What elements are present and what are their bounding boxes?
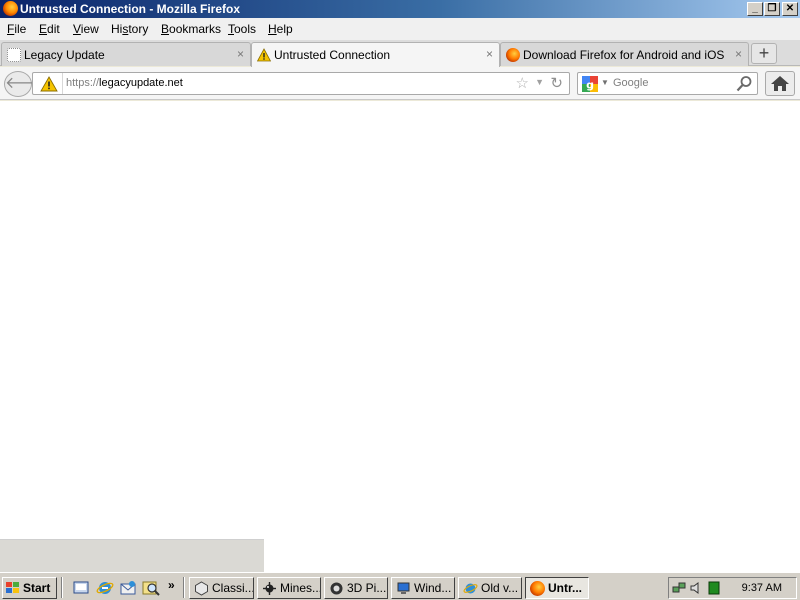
menu-view-label: iew <box>80 22 99 36</box>
taskbar-button-label: 3D Pi... <box>347 581 387 595</box>
windows-logo-icon <box>6 582 20 594</box>
menu-history-label: tory <box>128 22 149 36</box>
computer-icon <box>396 581 411 596</box>
window-titlebar[interactable]: Untrusted Connection - Mozilla Firefox _… <box>0 0 800 18</box>
show-desktop-icon[interactable] <box>72 579 90 597</box>
system-tray: 9:37 AM <box>668 577 797 599</box>
menu-history[interactable]: History <box>111 22 148 36</box>
taskbar-button-windows[interactable]: Wind... <box>391 577 455 599</box>
page-content-bottom <box>264 539 800 572</box>
taskbar-button-minesweeper[interactable]: Mines... <box>257 577 321 599</box>
hexagon-icon <box>194 581 209 596</box>
taskbar-button-label: Old v... <box>481 581 519 595</box>
menu-file[interactable]: File <box>7 22 26 36</box>
tab-download-firefox[interactable]: Download Firefox for Android and iOS × <box>500 42 749 66</box>
close-button[interactable]: ✕ <box>782 2 798 16</box>
tab-close-icon[interactable]: × <box>237 47 244 61</box>
tab-strip: Legacy Update × Untrusted Connection × D… <box>0 40 800 67</box>
menu-bar: File Edit View History Bookmarks Tools H… <box>0 18 800 40</box>
search-bar[interactable]: g ▼ Google <box>577 72 758 95</box>
pinball-icon <box>329 581 344 596</box>
internet-explorer-icon[interactable] <box>96 579 114 597</box>
minimize-button[interactable]: _ <box>747 2 763 16</box>
google-icon[interactable]: g <box>582 76 598 92</box>
menu-history-prefix: Hi <box>111 22 123 36</box>
outlook-express-icon[interactable] <box>119 579 137 597</box>
tab-close-icon[interactable]: × <box>486 47 493 61</box>
url-text[interactable]: https://legacyupdate.net <box>66 77 183 89</box>
url-dropdown-icon[interactable]: ▼ <box>535 77 544 87</box>
url-scheme: https:// <box>66 77 100 89</box>
search-engine-dropdown-icon[interactable]: ▼ <box>601 78 609 87</box>
menu-bookmarks[interactable]: Bookmarks <box>161 22 221 36</box>
menu-bookmarks-accel: B <box>161 22 170 36</box>
taskbar-button-firefox[interactable]: Untr... <box>525 577 589 599</box>
warning-icon <box>257 48 271 62</box>
home-button[interactable] <box>765 71 795 96</box>
menu-edit[interactable]: Edit <box>39 22 60 36</box>
restore-button[interactable]: ❐ <box>764 2 780 16</box>
menu-tools-label: ools <box>234 22 257 36</box>
menu-file-label: ile <box>14 22 27 36</box>
activity-icon[interactable] <box>707 581 721 595</box>
reload-icon[interactable]: ↻ <box>550 74 563 92</box>
url-separator <box>62 73 63 94</box>
svg-text:g: g <box>586 79 594 92</box>
menu-help-accel: H <box>268 22 277 36</box>
ie-icon <box>463 581 478 596</box>
clock[interactable]: 9:37 AM <box>742 582 782 594</box>
url-bar[interactable]: https://legacyupdate.net ☆ ▼ ↻ <box>32 72 570 95</box>
identity-warning-icon[interactable] <box>40 76 58 92</box>
blank-page-icon <box>7 48 21 62</box>
taskbar-divider <box>183 577 185 598</box>
menu-view-accel: V <box>73 22 81 36</box>
back-button[interactable]: 🡐 <box>4 71 48 97</box>
menu-edit-accel: E <box>39 22 48 36</box>
firefox-icon <box>3 1 18 16</box>
taskbar-button-label: Mines... <box>280 581 321 595</box>
menu-help-label: elp <box>276 22 293 36</box>
menu-help[interactable]: Help <box>268 22 293 36</box>
taskbar: Start » Classi... Mines... 3D Pi... Wind… <box>0 572 800 600</box>
volume-icon[interactable] <box>689 581 703 595</box>
status-panel <box>0 539 264 572</box>
taskbar-button-label: Wind... <box>414 581 452 595</box>
taskbar-button-label: Untr... <box>548 581 583 595</box>
url-host: legacyupdate.net <box>99 77 183 89</box>
search-explorer-icon[interactable] <box>142 579 160 597</box>
search-input[interactable]: Google <box>613 77 648 89</box>
bookmark-star-icon[interactable]: ☆ <box>516 74 529 92</box>
taskbar-button-classic[interactable]: Classi... <box>189 577 254 599</box>
quicklaunch-more-icon[interactable]: » <box>168 578 175 592</box>
tab-close-icon[interactable]: × <box>735 47 742 61</box>
navigation-toolbar: 🡐 https://legacyupdate.net ☆ ▼ ↻ g ▼ Goo… <box>0 67 800 100</box>
firefox-icon <box>506 48 520 62</box>
menu-tools[interactable]: Tools <box>228 22 256 36</box>
window-title: Untrusted Connection - Mozilla Firefox <box>20 2 241 16</box>
start-button[interactable]: Start <box>2 577 57 599</box>
firefox-icon <box>530 581 545 596</box>
search-icon[interactable] <box>736 75 753 92</box>
taskbar-button-old-version[interactable]: Old v... <box>458 577 522 599</box>
taskbar-button-pinball[interactable]: 3D Pi... <box>324 577 388 599</box>
menu-view[interactable]: View <box>73 22 99 36</box>
minesweeper-icon <box>262 581 277 596</box>
taskbar-button-label: Classi... <box>212 581 254 595</box>
menu-bookmarks-label: ookmarks <box>169 22 222 36</box>
tab-label: Legacy Update <box>24 48 105 62</box>
tab-label: Untrusted Connection <box>274 48 391 62</box>
new-tab-button[interactable]: + <box>751 43 777 64</box>
home-icon <box>771 76 789 91</box>
page-content[interactable] <box>0 101 800 539</box>
start-label: Start <box>23 581 51 595</box>
menu-edit-label: dit <box>47 22 60 36</box>
network-icon[interactable] <box>672 581 686 595</box>
tab-label: Download Firefox for Android and iOS <box>523 48 725 62</box>
taskbar-divider <box>61 577 63 598</box>
tab-untrusted-connection[interactable]: Untrusted Connection × <box>251 42 500 67</box>
tab-legacy-update[interactable]: Legacy Update × <box>1 42 251 66</box>
